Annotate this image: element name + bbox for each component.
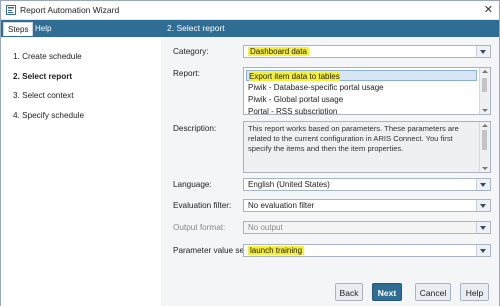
scroll-up-icon[interactable]	[482, 124, 488, 127]
scroll-thumb[interactable]	[482, 78, 487, 92]
window-title: Report Automation Wizard	[20, 5, 120, 15]
report-item-portal-rss[interactable]: Portal - RSS subscription	[246, 106, 479, 114]
category-label: Category:	[173, 47, 209, 56]
steps-list: 1. Create schedule 2. Select report 3. S…	[13, 47, 84, 125]
report-automation-wizard-window: Report Automation Wizard ✕ Steps Help 1.…	[0, 0, 500, 306]
chevron-down-icon[interactable]	[476, 200, 490, 211]
report-wizard-icon	[6, 5, 16, 15]
sidebar: Steps Help 1. Create schedule 2. Select …	[1, 20, 162, 306]
parameter-value-set-select[interactable]: launch training	[243, 244, 491, 257]
scroll-down-icon[interactable]	[482, 167, 488, 170]
output-format-select: No output	[243, 221, 491, 234]
next-button[interactable]: Next	[372, 283, 402, 301]
scroll-thumb[interactable]	[482, 130, 487, 150]
evaluation-filter-label: Evaluation filter:	[173, 201, 232, 210]
category-select[interactable]: Dashboard data	[243, 45, 491, 58]
language-select[interactable]: English (United States)	[243, 178, 491, 191]
step-select-report[interactable]: 2. Select report	[13, 67, 84, 87]
parameter-value-set-label: Parameter value set:	[173, 246, 249, 255]
category-value: Dashboard data	[248, 47, 309, 56]
description-box: This report works based on parameters. T…	[243, 121, 491, 173]
scroll-down-icon[interactable]	[482, 109, 488, 112]
description-label: Description:	[173, 124, 217, 133]
step-create-schedule[interactable]: 1. Create schedule	[13, 47, 84, 67]
chevron-down-icon[interactable]	[476, 245, 490, 256]
description-text: This report works based on parameters. T…	[248, 124, 459, 153]
close-icon[interactable]: ✕	[484, 3, 493, 16]
report-list-scrollbar[interactable]	[479, 68, 490, 114]
language-value: English (United States)	[248, 180, 330, 189]
chevron-down-icon	[476, 222, 490, 233]
help-button[interactable]: Help	[460, 283, 489, 301]
chevron-down-icon[interactable]	[476, 46, 490, 57]
title-bar: Report Automation Wizard ✕	[1, 1, 499, 20]
report-item-export-item-data[interactable]: Export item data to tables	[246, 70, 477, 81]
tab-steps[interactable]: Steps	[3, 22, 34, 36]
tab-help[interactable]: Help	[31, 22, 55, 35]
section-title: 2. Select report	[161, 20, 499, 37]
sidebar-tabs: Steps Help	[1, 20, 161, 37]
cancel-button[interactable]: Cancel	[415, 283, 451, 301]
main-panel: 2. Select report Category: Dashboard dat…	[161, 20, 499, 306]
description-scrollbar[interactable]	[479, 122, 490, 172]
output-format-label: Output format:	[173, 223, 226, 232]
parameter-value-set-value: launch training	[248, 246, 305, 255]
evaluation-filter-select[interactable]: No evaluation filter	[243, 199, 491, 212]
chevron-down-icon[interactable]	[476, 179, 490, 190]
report-label: Report:	[173, 69, 200, 78]
report-list[interactable]: Export item data to tables Piwik - Datab…	[243, 67, 491, 115]
back-button[interactable]: Back	[335, 283, 363, 301]
evaluation-filter-value: No evaluation filter	[248, 201, 315, 210]
step-select-context[interactable]: 3. Select context	[13, 86, 84, 106]
language-label: Language:	[173, 180, 212, 189]
report-item-piwik-database[interactable]: Piwik - Database-specific portal usage	[246, 82, 479, 93]
step-specify-schedule[interactable]: 4. Specify schedule	[13, 106, 84, 126]
scroll-up-icon[interactable]	[482, 70, 488, 73]
report-item-piwik-global[interactable]: Piwik - Global portal usage	[246, 94, 479, 105]
output-format-value: No output	[248, 223, 283, 232]
